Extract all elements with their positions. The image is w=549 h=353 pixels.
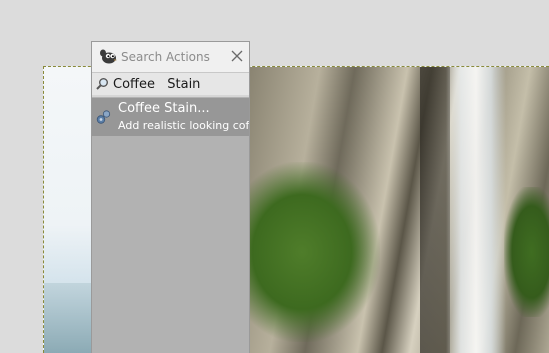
filter-icon — [96, 110, 111, 124]
image-moss-region — [250, 162, 380, 342]
search-result-item[interactable]: Coffee Stain... Add realistic looking co… — [92, 98, 249, 136]
magnifier-icon — [96, 78, 108, 90]
image-moss-right — [504, 187, 549, 317]
search-actions-dialog: Search Actions Coffee Stain... Add reali… — [91, 41, 250, 353]
close-icon[interactable] — [229, 48, 245, 64]
search-input[interactable] — [113, 75, 245, 93]
dialog-title: Search Actions — [121, 50, 210, 64]
result-title: Coffee Stain... — [118, 101, 210, 116]
image-canvas[interactable] — [0, 0, 549, 353]
divider — [92, 95, 249, 97]
image-waterfall — [446, 67, 506, 353]
search-row — [92, 73, 249, 95]
gimp-wilber-icon — [100, 49, 117, 64]
dialog-titlebar[interactable]: Search Actions — [92, 42, 249, 73]
result-description: Add realistic looking coffee stains to t… — [118, 119, 249, 132]
